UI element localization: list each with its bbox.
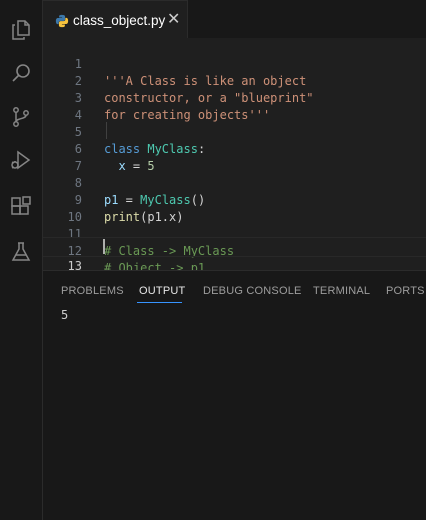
testing-icon[interactable] xyxy=(7,238,35,266)
tab-filename: class_object.py xyxy=(73,13,166,28)
code-line: 5 class MyClass: xyxy=(43,107,426,156)
search-icon[interactable] xyxy=(7,59,35,87)
code-line: 8 p1 = MyClass() xyxy=(43,158,426,207)
editor-tab-class-object[interactable]: class_object.py ✕ xyxy=(43,0,188,39)
code-line: 7 xyxy=(43,141,426,173)
bottom-panel: PROBLEMS OUTPUT DEBUG CONSOLE TERMINAL P… xyxy=(43,270,426,520)
code-line: 2 constructor, or a "blueprint" xyxy=(43,56,426,105)
tab-debug-console[interactable]: DEBUG CONSOLE xyxy=(203,285,302,297)
tab-problems[interactable]: PROBLEMS xyxy=(61,285,124,297)
activity-bar xyxy=(0,0,43,520)
source-control-icon[interactable] xyxy=(7,103,35,131)
tab-output[interactable]: OUTPUT xyxy=(139,285,185,297)
run-debug-icon[interactable] xyxy=(7,146,35,174)
code-line: 6 x = 5 xyxy=(43,124,426,173)
code-editor[interactable]: 1 '''A Class is like an object 2 constru… xyxy=(43,38,426,275)
files-icon[interactable] xyxy=(7,16,35,44)
output-content: 5 xyxy=(61,308,69,322)
indent-guide xyxy=(106,122,107,139)
tab-ports[interactable]: PORTS xyxy=(386,285,425,297)
code-line: 1 '''A Class is like an object xyxy=(43,39,426,88)
code-line: 4 xyxy=(43,90,426,122)
code-line: 11 # Class -> MyClass xyxy=(43,209,426,258)
extensions-icon[interactable] xyxy=(7,193,35,221)
close-icon[interactable]: ✕ xyxy=(167,11,180,29)
text-cursor xyxy=(103,239,105,254)
active-tab-indicator xyxy=(137,302,182,303)
code-line: 3 for creating objects''' xyxy=(43,73,426,122)
current-line-highlight xyxy=(43,237,426,257)
code-line: 9 print(p1.x) xyxy=(43,175,426,224)
python-file-icon xyxy=(55,14,69,28)
code-line: 10 xyxy=(43,192,426,224)
editor-tab-bar: class_object.py ✕ xyxy=(43,0,426,39)
tab-terminal[interactable]: TERMINAL xyxy=(313,285,370,297)
